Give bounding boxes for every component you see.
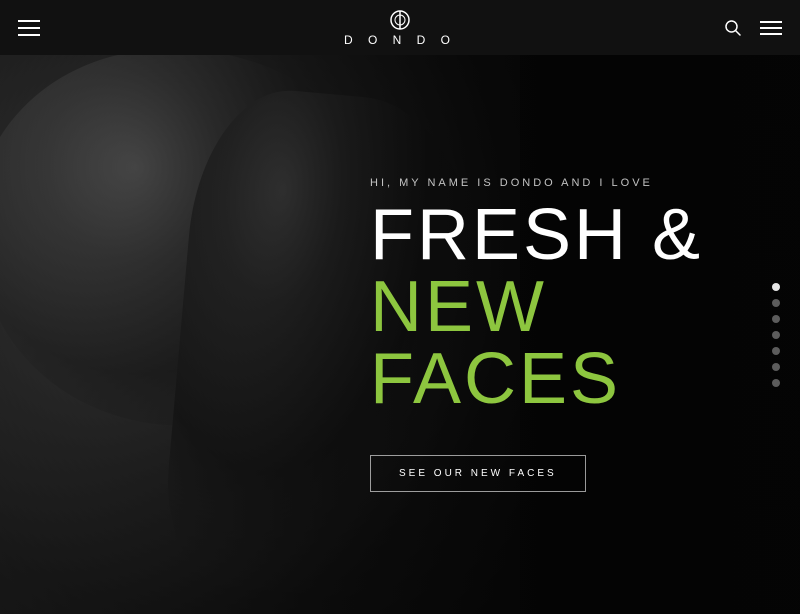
search-icon[interactable]: [724, 19, 742, 37]
logo-symbol: [390, 9, 410, 31]
dot-nav-item-3[interactable]: [772, 315, 780, 323]
logo-area: D O N D O: [344, 9, 456, 47]
hero-section: HI, MY NAME IS DONDO AND I LOVE FRESH & …: [0, 55, 800, 614]
dot-nav-item-2[interactable]: [772, 299, 780, 307]
dot-nav-item-6[interactable]: [772, 363, 780, 371]
site-header: D O N D O: [0, 0, 800, 55]
header-right: [724, 19, 782, 37]
header-left: [18, 20, 40, 36]
hero-subtitle: HI, MY NAME IS DONDO AND I LOVE: [370, 177, 800, 189]
logo-text: D O N D O: [344, 33, 456, 47]
hamburger-icon[interactable]: [18, 20, 40, 36]
nav-menu-icon[interactable]: [760, 20, 782, 36]
dot-nav-item-1[interactable]: [772, 283, 780, 291]
hero-title-line2: NEW FACES: [370, 267, 621, 419]
hero-title: FRESH & NEW FACES: [370, 199, 800, 415]
hero-title-line1: FRESH &: [370, 195, 703, 275]
dot-nav-item-7[interactable]: [772, 379, 780, 387]
hero-cta-area: SEE OUR NEW FACES: [370, 455, 800, 492]
dot-nav-item-5[interactable]: [772, 347, 780, 355]
hero-content: HI, MY NAME IS DONDO AND I LOVE FRESH & …: [0, 55, 800, 614]
dot-navigation: [772, 283, 780, 387]
see-new-faces-button[interactable]: SEE OUR NEW FACES: [370, 455, 586, 492]
dot-nav-item-4[interactable]: [772, 331, 780, 339]
